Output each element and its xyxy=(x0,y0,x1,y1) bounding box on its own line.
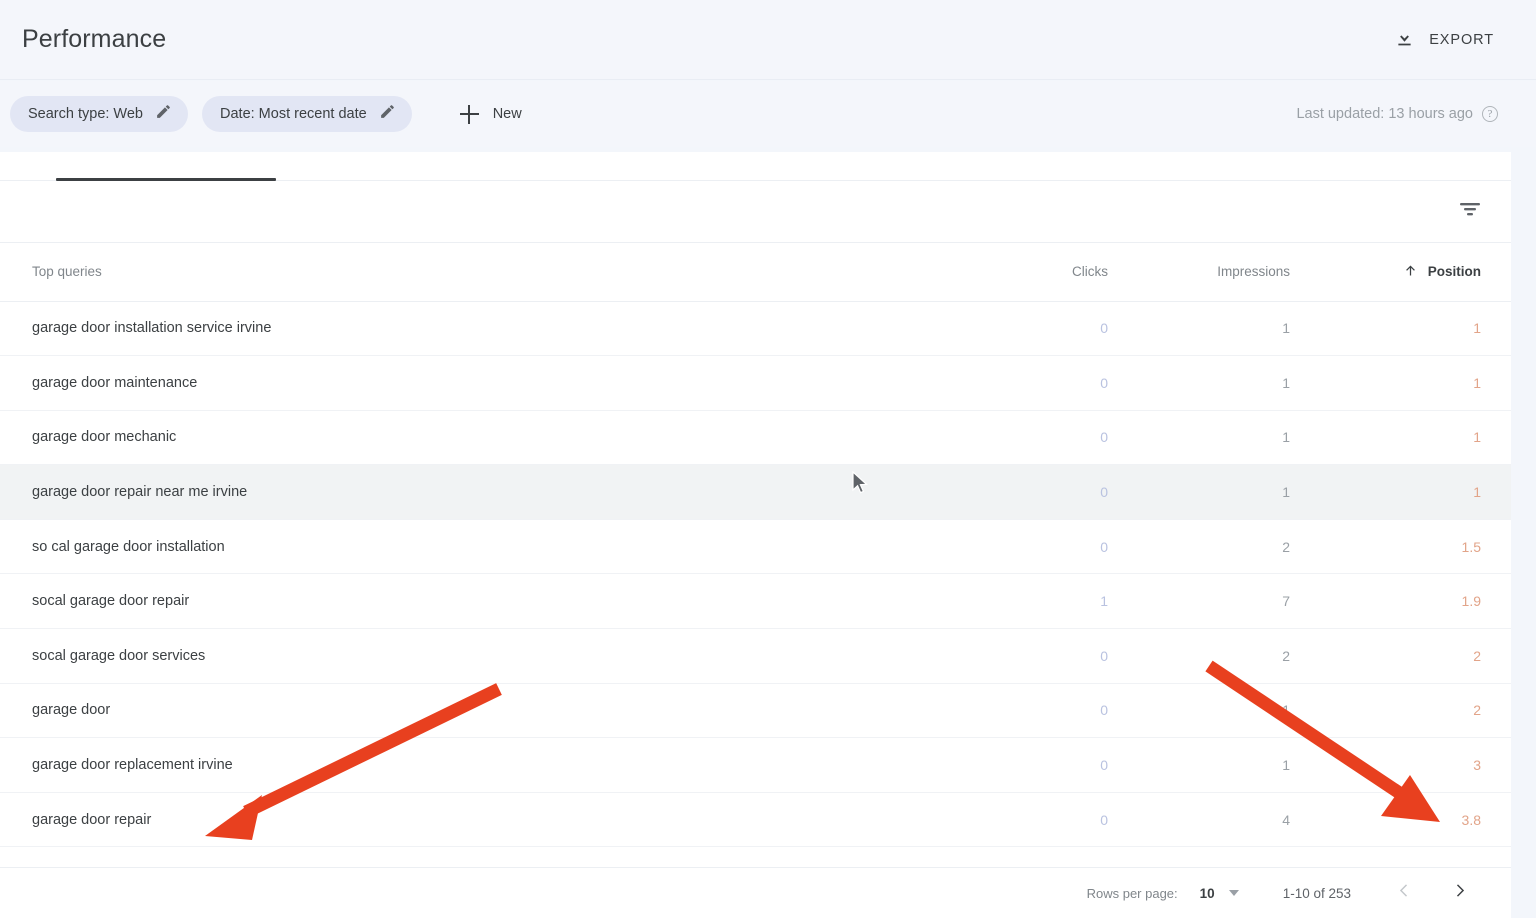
cell-clicks: 1 xyxy=(1000,574,1180,629)
performance-card: Top queries Clicks Impressions Position xyxy=(0,152,1511,867)
table-body: garage door installation service irvine0… xyxy=(0,301,1511,847)
cell-position: 1 xyxy=(1350,356,1511,411)
filter-chip-date-label: Date: Most recent date xyxy=(220,106,367,122)
last-updated: Last updated: 13 hours ago ? xyxy=(1296,106,1498,122)
cell-clicks: 0 xyxy=(1000,301,1180,356)
filter-chip-search-type-label: Search type: Web xyxy=(28,106,143,122)
right-gutter xyxy=(1511,152,1536,918)
cell-impressions: 4 xyxy=(1180,792,1350,847)
table-row[interactable]: garage door repair043.8 xyxy=(0,792,1511,847)
export-button[interactable]: EXPORT xyxy=(1390,21,1498,59)
table-head: Top queries Clicks Impressions Position xyxy=(0,243,1511,301)
new-filter-label: New xyxy=(493,106,522,122)
cell-impressions: 1 xyxy=(1180,465,1350,520)
cell-clicks: 0 xyxy=(1000,683,1180,738)
app-bar: Performance EXPORT xyxy=(0,0,1536,80)
pencil-icon[interactable] xyxy=(379,103,396,125)
arrow-up-icon xyxy=(1403,263,1418,281)
new-filter-button[interactable]: New xyxy=(452,101,530,128)
app-root: Performance EXPORT Search type: Web xyxy=(0,0,1536,918)
pencil-icon[interactable] xyxy=(155,103,172,125)
help-icon[interactable]: ? xyxy=(1482,106,1498,122)
cell-query[interactable]: garage door repair near me irvine xyxy=(0,465,1000,520)
filter-chip-search-type[interactable]: Search type: Web xyxy=(10,96,188,132)
cell-clicks: 0 xyxy=(1000,356,1180,411)
filter-icon[interactable] xyxy=(1457,198,1483,225)
cell-impressions: 1 xyxy=(1180,683,1350,738)
last-updated-text: Last updated: 13 hours ago xyxy=(1296,106,1473,122)
mouse-cursor xyxy=(852,471,870,501)
cell-position: 1 xyxy=(1350,465,1511,520)
filter-chip-date[interactable]: Date: Most recent date xyxy=(202,96,412,132)
cell-query[interactable]: so cal garage door installation xyxy=(0,519,1000,574)
export-label: EXPORT xyxy=(1429,32,1494,48)
chevron-left-icon[interactable] xyxy=(1395,881,1414,905)
filter-chip-group: Search type: Web Date: Most recent date xyxy=(10,96,530,132)
cell-query[interactable]: garage door mechanic xyxy=(0,410,1000,465)
column-header-position[interactable]: Position xyxy=(1350,243,1511,301)
cell-position: 2 xyxy=(1350,629,1511,684)
cell-clicks: 0 xyxy=(1000,410,1180,465)
cell-impressions: 2 xyxy=(1180,629,1350,684)
cell-clicks: 0 xyxy=(1000,629,1180,684)
table-row[interactable]: socal garage door repair171.9 xyxy=(0,574,1511,629)
pagination-range: 1-10 of 253 xyxy=(1283,886,1351,901)
cell-query[interactable]: socal garage door repair xyxy=(0,574,1000,629)
table-row[interactable]: garage door mechanic011 xyxy=(0,410,1511,465)
chevron-right-icon[interactable] xyxy=(1450,881,1469,905)
table-footer: Rows per page: 10 1-10 of 253 xyxy=(0,867,1511,918)
table-row[interactable]: garage door replacement irvine013 xyxy=(0,738,1511,793)
plus-icon xyxy=(460,105,479,124)
performance-table: Top queries Clicks Impressions Position xyxy=(0,243,1511,847)
cell-impressions: 1 xyxy=(1180,356,1350,411)
cell-position: 1 xyxy=(1350,301,1511,356)
cell-impressions: 2 xyxy=(1180,519,1350,574)
cell-query[interactable]: garage door installation service irvine xyxy=(0,301,1000,356)
cell-query[interactable]: garage door replacement irvine xyxy=(0,738,1000,793)
cell-clicks: 0 xyxy=(1000,519,1180,574)
rows-per-page-value[interactable]: 10 xyxy=(1200,886,1215,901)
column-header-clicks[interactable]: Clicks xyxy=(1000,243,1180,301)
column-header-position-label: Position xyxy=(1428,264,1481,279)
cell-query[interactable]: garage door repair xyxy=(0,792,1000,847)
tab-strip xyxy=(0,152,1511,181)
table-row[interactable]: garage door012 xyxy=(0,683,1511,738)
cell-clicks: 0 xyxy=(1000,465,1180,520)
cell-position: 3 xyxy=(1350,738,1511,793)
cell-position: 1 xyxy=(1350,410,1511,465)
cell-query[interactable]: garage door maintenance xyxy=(0,356,1000,411)
column-header-top-queries[interactable]: Top queries xyxy=(0,243,1000,301)
table-row[interactable]: socal garage door services022 xyxy=(0,629,1511,684)
table-row[interactable]: garage door maintenance011 xyxy=(0,356,1511,411)
cell-impressions: 1 xyxy=(1180,410,1350,465)
page-title: Performance xyxy=(22,27,166,52)
cell-position: 1.5 xyxy=(1350,519,1511,574)
cell-impressions: 7 xyxy=(1180,574,1350,629)
cell-query[interactable]: garage door xyxy=(0,683,1000,738)
table-toolbar xyxy=(0,181,1511,243)
active-tab-indicator xyxy=(56,178,276,181)
table-row[interactable]: so cal garage door installation021.5 xyxy=(0,519,1511,574)
cell-impressions: 1 xyxy=(1180,301,1350,356)
cell-position: 2 xyxy=(1350,683,1511,738)
rows-per-page-label: Rows per page: xyxy=(1087,886,1178,901)
download-icon xyxy=(1394,27,1415,53)
table-row[interactable]: garage door installation service irvine0… xyxy=(0,301,1511,356)
filter-bar: Search type: Web Date: Most recent date xyxy=(0,81,1536,147)
table-header-row: Top queries Clicks Impressions Position xyxy=(0,243,1511,301)
chevron-down-icon[interactable] xyxy=(1229,890,1239,896)
cell-query[interactable]: socal garage door services xyxy=(0,629,1000,684)
column-header-impressions[interactable]: Impressions xyxy=(1180,243,1350,301)
table-row[interactable]: garage door repair near me irvine011 xyxy=(0,465,1511,520)
cell-position: 1.9 xyxy=(1350,574,1511,629)
cell-clicks: 0 xyxy=(1000,738,1180,793)
cell-clicks: 0 xyxy=(1000,792,1180,847)
cell-impressions: 1 xyxy=(1180,738,1350,793)
cell-position: 3.8 xyxy=(1350,792,1511,847)
